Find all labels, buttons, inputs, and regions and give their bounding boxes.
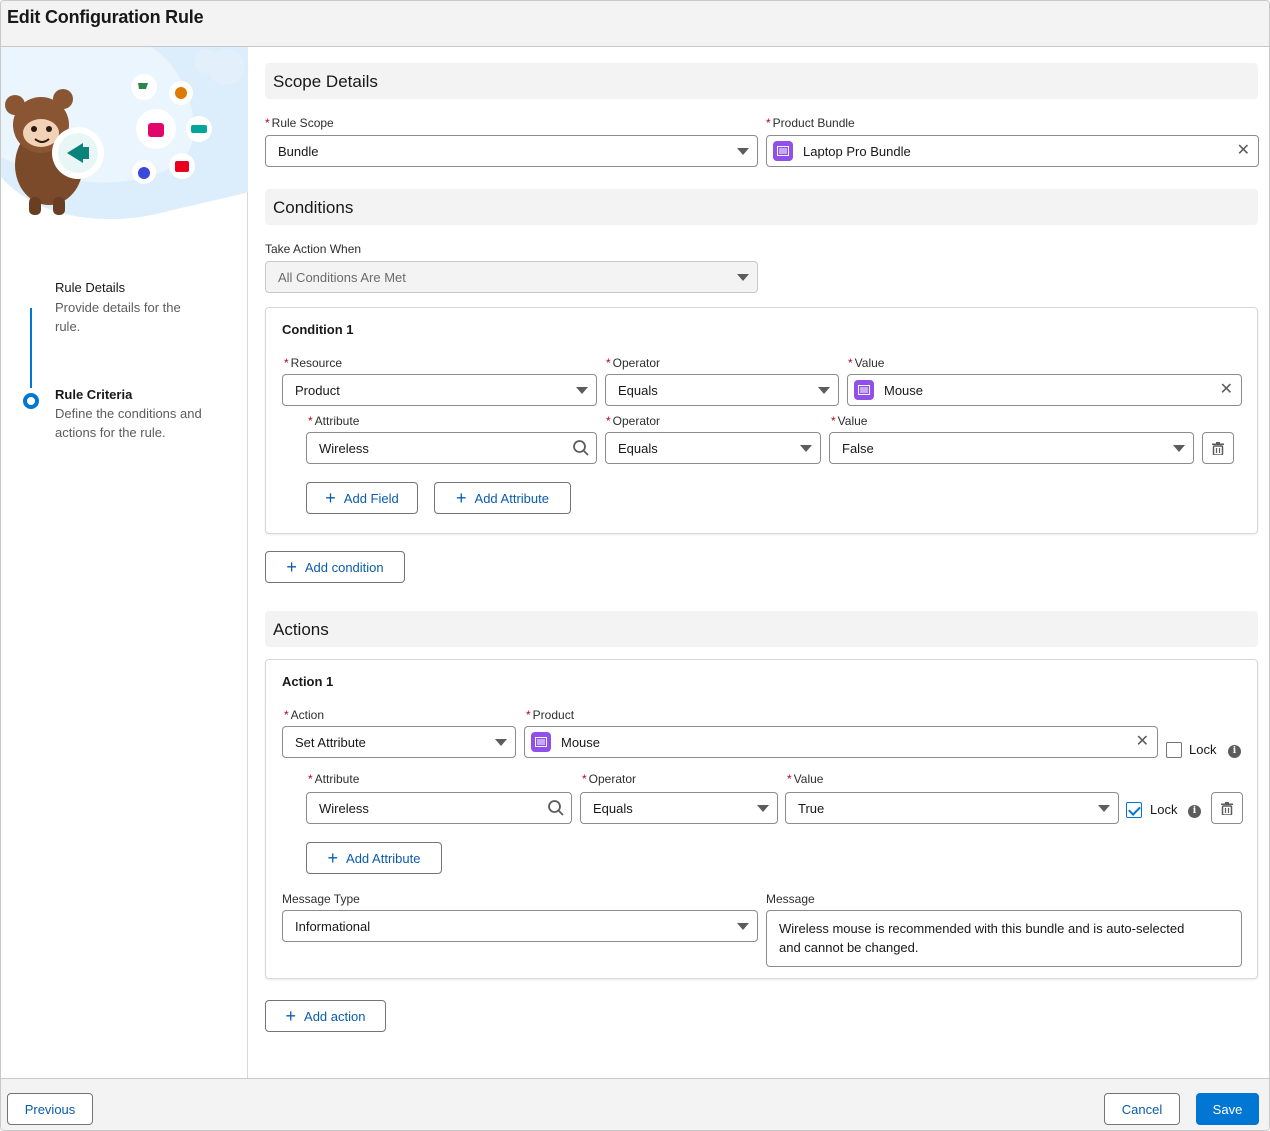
action-operator-select[interactable]: Equals xyxy=(580,792,778,824)
add-condition-button[interactable]: + Add condition xyxy=(265,551,405,583)
attribute-search-input[interactable]: Wireless xyxy=(306,432,597,464)
action-value-select[interactable]: True xyxy=(785,792,1119,824)
attr-value-label: * Value xyxy=(831,414,868,428)
action-label: * Action xyxy=(284,708,325,722)
attr-operator-select[interactable]: Equals xyxy=(605,432,821,464)
delete-icon xyxy=(1221,801,1233,815)
caret-down-icon xyxy=(1098,805,1110,812)
add-attribute-button[interactable]: + Add Attribute xyxy=(434,482,571,514)
attribute-lock-checkbox[interactable] xyxy=(1126,802,1142,818)
caret-down-icon xyxy=(737,923,749,930)
step-rule-criteria-title[interactable]: Rule Criteria xyxy=(55,387,132,402)
add-icon: + xyxy=(327,848,339,868)
modal: Edit Configuration Rule Rule Details Pro… xyxy=(0,0,1270,1131)
add-icon: + xyxy=(286,557,297,577)
clear-icon[interactable]: ✕ xyxy=(1237,142,1250,160)
attribute-lock-label: Lock xyxy=(1150,802,1178,817)
main-content: Scope Details * Rule Scope Bundle * Produc… xyxy=(249,47,1269,1078)
add-icon: + xyxy=(325,488,336,508)
product-label: * Product xyxy=(526,708,575,722)
product-lookup[interactable]: Mouse ✕ xyxy=(524,726,1158,758)
caret-down-icon xyxy=(495,739,507,746)
current-step-indicator xyxy=(23,393,39,409)
take-action-select: All Conditions Are Met xyxy=(265,261,758,293)
caret-down-icon xyxy=(576,387,588,394)
bundle-icon xyxy=(531,732,551,752)
message-textarea[interactable]: Wireless mouse is recommended with this … xyxy=(766,910,1242,967)
search-icon xyxy=(548,800,564,816)
caret-down-icon xyxy=(800,445,812,452)
caret-down-icon xyxy=(737,274,749,281)
bundle-icon xyxy=(854,380,874,400)
take-action-label: Take Action When xyxy=(265,242,362,256)
action-value-label: * Value xyxy=(787,772,824,786)
delete-attribute-button[interactable] xyxy=(1211,792,1243,824)
resource-select[interactable]: Product xyxy=(282,374,597,406)
message-label: Message xyxy=(766,892,815,906)
delete-icon xyxy=(1212,441,1224,455)
rule-scope-label: * Rule Scope xyxy=(265,116,334,130)
add-icon: + xyxy=(456,488,467,508)
step-rule-details-desc-1: Provide details for the xyxy=(55,300,181,315)
value-lookup[interactable]: Mouse ✕ xyxy=(847,374,1242,406)
condition-card: Condition 1 * Resource Product * Operator … xyxy=(265,307,1258,534)
operator-select[interactable]: Equals xyxy=(605,374,839,406)
attr-value-select[interactable]: False xyxy=(829,432,1194,464)
modal-footer: Previous Cancel Save xyxy=(1,1078,1269,1130)
action-add-attribute-button[interactable]: + Add Attribute xyxy=(306,842,442,874)
page-title: Edit Configuration Rule xyxy=(7,7,204,27)
message-type-label: Message Type xyxy=(282,892,360,906)
value-label: * Value xyxy=(848,356,885,370)
caret-down-icon xyxy=(737,148,749,155)
bundle-icon xyxy=(773,141,793,161)
add-action-button[interactable]: + Add action xyxy=(265,1000,386,1032)
message-text-line-2: and cannot be changed. xyxy=(779,940,919,955)
mascot-illustration xyxy=(1,47,248,237)
resource-label: * Resource xyxy=(284,356,343,370)
step-rule-details-desc-2: rule. xyxy=(55,319,81,334)
message-text-line-1: Wireless mouse is recommended with this … xyxy=(779,921,1185,936)
clear-icon[interactable]: ✕ xyxy=(1220,381,1233,399)
rule-scope-select[interactable]: Bundle xyxy=(265,135,758,167)
attribute-label: * Attribute xyxy=(308,414,360,428)
step-rule-details-title[interactable]: Rule Details xyxy=(55,280,125,295)
progress-sidebar: Rule Details Provide details for the rul… xyxy=(1,47,248,1078)
info-icon[interactable]: i xyxy=(1188,805,1201,818)
product-lock-checkbox[interactable] xyxy=(1166,742,1182,758)
step-rule-criteria-desc-1: Define the conditions and xyxy=(55,406,202,421)
caret-down-icon xyxy=(818,387,830,394)
message-type-select[interactable]: Informational xyxy=(282,910,758,942)
actions-heading: Actions xyxy=(265,611,1258,647)
save-button[interactable]: Save xyxy=(1196,1093,1259,1125)
previous-button[interactable]: Previous xyxy=(7,1093,93,1125)
progress-line xyxy=(30,308,32,388)
action-operator-label: * Operator xyxy=(582,772,637,786)
product-bundle-lookup[interactable]: Laptop Pro Bundle ✕ xyxy=(766,135,1259,167)
action-select[interactable]: Set Attribute xyxy=(282,726,516,758)
caret-down-icon xyxy=(1173,445,1185,452)
product-lock-label: Lock xyxy=(1189,742,1217,757)
action-attribute-label: * Attribute xyxy=(308,772,360,786)
modal-header: Edit Configuration Rule xyxy=(1,1,1269,47)
caret-down-icon xyxy=(757,805,769,812)
action-card: Action 1 * Action Set Attribute * Product … xyxy=(265,659,1258,979)
action-title: Action 1 xyxy=(282,674,334,689)
search-icon xyxy=(573,440,589,456)
conditions-heading: Conditions xyxy=(265,189,1258,225)
delete-attribute-button[interactable] xyxy=(1202,432,1234,464)
add-icon: + xyxy=(285,1006,297,1026)
action-attribute-search-input[interactable]: Wireless xyxy=(306,792,572,824)
condition-title: Condition 1 xyxy=(282,322,354,337)
info-icon[interactable]: i xyxy=(1228,745,1241,758)
scope-details-heading: Scope Details xyxy=(265,63,1258,99)
attr-operator-label: * Operator xyxy=(606,414,661,428)
clear-icon[interactable]: ✕ xyxy=(1136,733,1149,751)
product-bundle-label: * Product Bundle xyxy=(766,116,855,130)
operator-label: * Operator xyxy=(606,356,661,370)
cancel-button[interactable]: Cancel xyxy=(1104,1093,1180,1125)
step-rule-criteria-desc-2: actions for the rule. xyxy=(55,425,166,440)
add-field-button[interactable]: + Add Field xyxy=(306,482,418,514)
